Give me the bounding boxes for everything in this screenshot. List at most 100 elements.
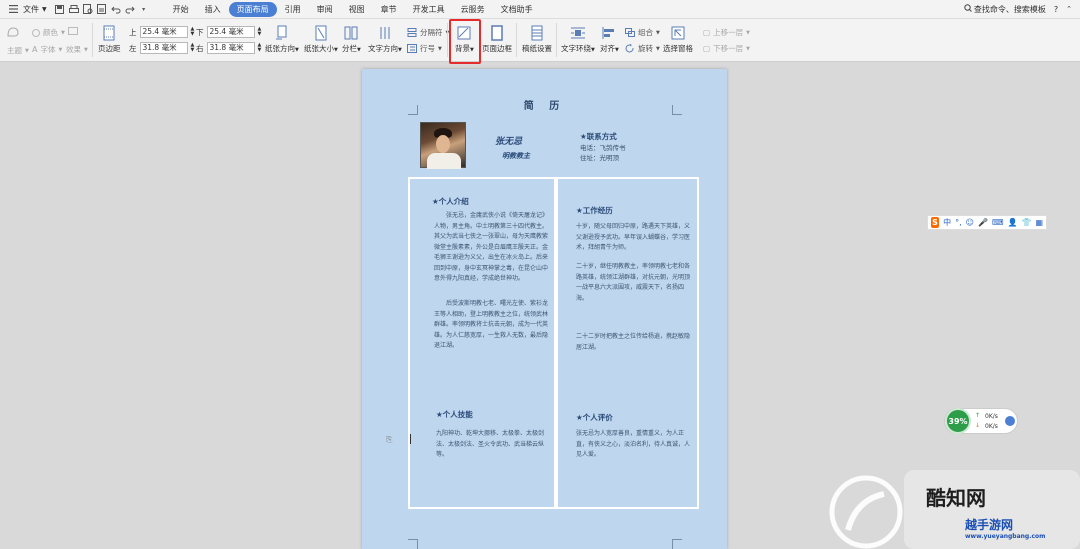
help-button[interactable]: ?	[1054, 5, 1058, 14]
color-label: 颜色	[43, 28, 58, 37]
network-speed-widget[interactable]: 39% ↑ 0K/s ↓ 0K/s	[944, 408, 1018, 434]
rotate-label: 旋转	[638, 44, 653, 53]
expand-icon[interactable]: ⌃	[1066, 5, 1072, 13]
group-label: 组合	[638, 28, 653, 37]
menu-icon	[8, 4, 18, 14]
tab-developer[interactable]: 开发工具	[405, 2, 453, 17]
background-highlight-box	[449, 19, 481, 64]
accelerate-button[interactable]	[1005, 416, 1015, 426]
chevron-down-icon: ▼	[42, 5, 47, 13]
left-margin-row: 左 31.8 毫米 ▲ ▼	[129, 42, 194, 54]
font-button[interactable]: A 字体 ▼	[32, 44, 62, 55]
watermark-brand: 酷知网	[926, 486, 986, 510]
ime-item[interactable]: ☺	[966, 218, 974, 227]
undo-icon[interactable]	[110, 4, 121, 14]
ime-item[interactable]: °,	[955, 218, 962, 227]
draft-paper-icon	[531, 25, 543, 41]
tab-review[interactable]: 审阅	[309, 2, 341, 17]
theme-button[interactable]	[6, 26, 20, 38]
text-direction-button[interactable]: 文字方向▼	[368, 25, 402, 54]
color-button[interactable]: 颜色 ▼	[32, 27, 65, 38]
tab-insert[interactable]: 插入	[197, 2, 229, 17]
bring-forward-button[interactable]: ▢ 上移一层 ▼	[703, 27, 750, 38]
margins-button[interactable]: 页边距	[98, 25, 121, 54]
line-number-button[interactable]: 行号 ▼	[407, 43, 442, 54]
ime-item[interactable]: 🎤	[978, 218, 988, 227]
redo-icon[interactable]	[125, 4, 135, 14]
separator	[92, 23, 93, 57]
orientation-label: 纸张方向	[265, 44, 295, 53]
resume-page[interactable]: 简 历 张无忌 明教教主 ★联系方式 电话：飞鸽传书 住址：光明顶 ★个人介绍 …	[362, 69, 727, 549]
intro-heading: ★个人介绍	[432, 197, 469, 206]
font-label: 字体	[40, 45, 56, 54]
stepper-icon[interactable]: ▲ ▼	[258, 27, 262, 37]
right-margin-input[interactable]: 31.8 毫米	[206, 42, 255, 54]
paste-options-icon[interactable]: ⎘	[386, 435, 392, 445]
file-menu[interactable]: 文件 ▼	[0, 0, 53, 19]
page-border-button[interactable]: 页面边框	[482, 25, 512, 54]
align-button[interactable]: 对齐▼	[600, 25, 619, 54]
margins-icon	[103, 25, 115, 41]
save-icon[interactable]	[55, 4, 65, 14]
print-icon[interactable]	[68, 4, 79, 14]
break-label: 分隔符	[420, 28, 443, 37]
orientation-button[interactable]: 纸张方向▼	[265, 25, 299, 54]
upload-speed: 0K/s	[985, 413, 998, 420]
text-direction-label: 文字方向	[368, 44, 398, 53]
separator	[447, 23, 448, 57]
send-backward-icon: ▢	[703, 44, 711, 53]
tab-sections[interactable]: 章节	[373, 2, 405, 17]
more-icon[interactable]: ▾	[139, 4, 149, 14]
left-margin-input[interactable]: 31.8 毫米	[139, 42, 188, 54]
margins-label: 页边距	[98, 44, 121, 53]
topbar-right: 查找命令、搜索模板 ? ⌃	[964, 4, 1080, 15]
top-margin-label: 上	[129, 27, 137, 37]
export-pdf-icon[interactable]	[97, 4, 107, 14]
group-button[interactable]: 组合 ▼	[625, 27, 660, 38]
tab-cloud[interactable]: 云服务	[453, 2, 493, 17]
page-border-icon	[491, 25, 503, 41]
columns-button[interactable]: 分栏▼	[342, 25, 361, 54]
work-paragraph-1: 十岁，随父母回归中原，路遇天下英雄，义父谢逊授予武功。早年误入蝴蝶谷，学习医术，…	[576, 223, 691, 251]
rotate-icon	[625, 44, 634, 53]
ime-item[interactable]: 👤	[1008, 218, 1018, 227]
paper-size-button[interactable]: 纸张大小▼	[304, 25, 338, 54]
file-label: 文件	[23, 4, 39, 14]
selection-pane-icon	[671, 26, 685, 40]
columns-label: 分栏	[342, 44, 357, 53]
ime-item[interactable]: 👕	[1021, 218, 1031, 227]
ime-item[interactable]: ⌨	[992, 218, 1004, 227]
effect-icon-button[interactable]	[68, 27, 78, 35]
bring-forward-icon: ▢	[703, 28, 711, 37]
top-margin-input[interactable]: 25.4 毫米	[139, 26, 188, 38]
ime-item[interactable]: ▦	[1035, 218, 1043, 227]
tab-view[interactable]: 视图	[341, 2, 373, 17]
memory-usage-badge: 39%	[945, 408, 971, 434]
text-wrap-button[interactable]: 文字环绕▼	[561, 25, 595, 54]
command-search[interactable]: 查找命令、搜索模板	[964, 4, 1046, 15]
theme-label: 主题	[7, 46, 22, 55]
bottom-margin-input[interactable]: 25.4 毫米	[206, 26, 255, 38]
contact-phone: 电话：飞鸽传书	[580, 144, 626, 152]
tab-doc-assistant[interactable]: 文档助手	[493, 2, 541, 17]
stepper-icon[interactable]: ▲ ▼	[191, 27, 195, 37]
draft-paper-button[interactable]: 稿纸设置	[522, 25, 552, 54]
watermark-url: www.yueyangbang.com	[965, 533, 1046, 540]
download-arrow-icon: ↓	[975, 422, 981, 429]
ime-item[interactable]: 中	[943, 217, 951, 228]
margin-marker	[408, 539, 418, 549]
ime-toolbar[interactable]: S 中 °, ☺ 🎤 ⌨ 👤 👕 ▦	[927, 215, 1047, 230]
effect-button[interactable]: 效果 ▼	[66, 44, 88, 55]
tab-references[interactable]: 引用	[277, 2, 309, 17]
stepper-icon[interactable]: ▲ ▼	[191, 43, 195, 53]
tab-home[interactable]: 开始	[165, 2, 197, 17]
send-backward-button[interactable]: ▢ 下移一层 ▼	[703, 43, 750, 54]
paper-size-icon	[315, 25, 327, 41]
stepper-icon[interactable]: ▲ ▼	[258, 43, 262, 53]
profile-photo	[420, 122, 466, 169]
tab-page-layout[interactable]: 页面布局	[228, 1, 277, 17]
print-preview-icon[interactable]	[82, 4, 93, 14]
break-button[interactable]: 分隔符▼	[407, 27, 449, 38]
rotate-button[interactable]: 旋转 ▼	[625, 43, 660, 54]
selection-pane-button[interactable]: 选择窗格	[663, 25, 693, 54]
